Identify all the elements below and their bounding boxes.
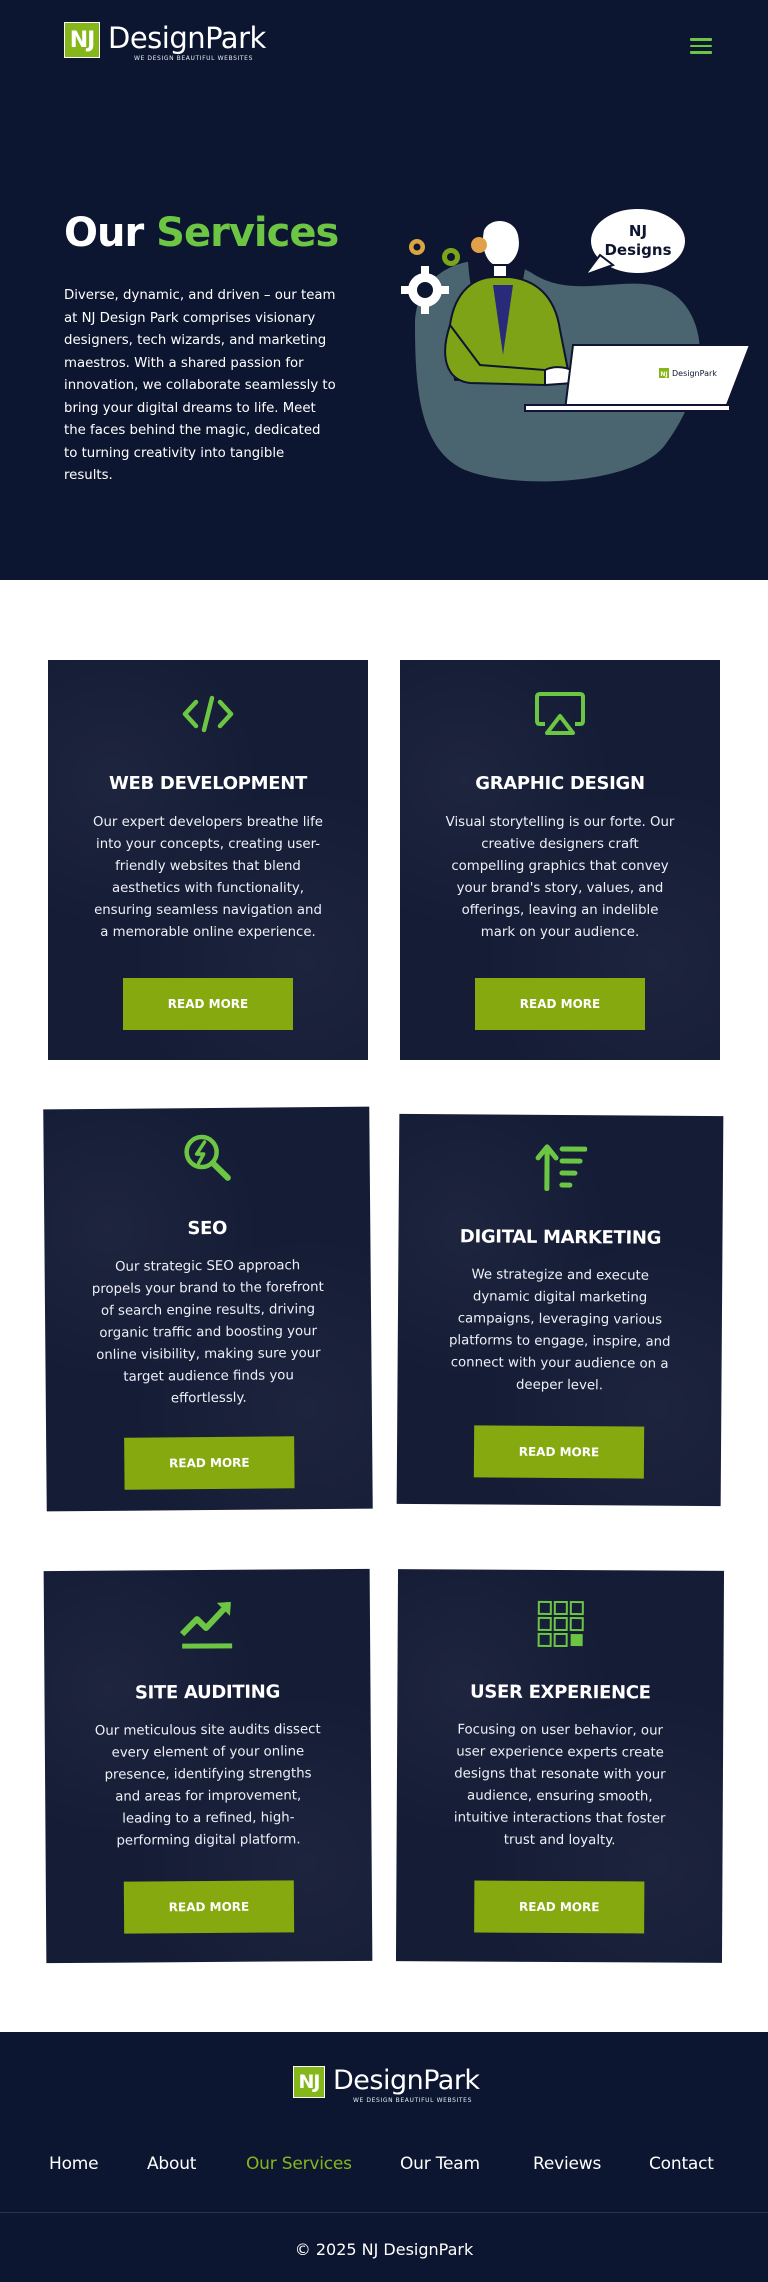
support-agent-illustration: NJ DesignPark NJ Designs bbox=[401, 207, 752, 482]
hero-description: Diverse, dynamic, and driven – our team … bbox=[64, 288, 336, 483]
footer-nav-about[interactable]: About bbox=[147, 2154, 196, 2174]
code-icon bbox=[182, 695, 234, 733]
service-card-user-experience: USER EXPERIENCE Focusing on user behavio… bbox=[395, 1569, 725, 1963]
logo-tagline: WE DESIGN BEAUTIFUL WEBSITES bbox=[353, 2097, 472, 2104]
logo-tagline: WE DESIGN BEAUTIFUL WEBSITES bbox=[134, 55, 253, 62]
service-card-graphic-design: GRAPHIC DESIGN Visual storytelling is ou… bbox=[400, 660, 720, 1060]
sort-up-icon bbox=[535, 1144, 588, 1192]
footer-nav-our-team[interactable]: Our Team bbox=[400, 2154, 480, 2174]
footer-nav-reviews[interactable]: Reviews bbox=[533, 2154, 601, 2174]
bubble-line2: Designs bbox=[604, 241, 671, 259]
service-description: Our expert developers breathe life into … bbox=[93, 815, 323, 940]
read-more-button[interactable]: READ MORE bbox=[473, 1425, 645, 1479]
bubble-line1: NJ bbox=[629, 222, 647, 240]
service-title: DIGITAL MARKETING bbox=[459, 1226, 662, 1249]
footer-nav-home[interactable]: Home bbox=[49, 2154, 99, 2174]
footer-divider bbox=[0, 2212, 768, 2213]
seo-search-icon bbox=[184, 1134, 231, 1181]
read-more-button[interactable]: READ MORE bbox=[474, 1880, 645, 1934]
laptop-logo-text: DesignPark bbox=[672, 369, 717, 378]
logo-mark: NJ bbox=[293, 2066, 325, 2098]
footer-nav-our-services[interactable]: Our Services bbox=[246, 2154, 352, 2174]
copyright-text: © 2025 NJ DesignPark bbox=[294, 2240, 474, 2259]
service-description: Focusing on user behavior, our user expe… bbox=[453, 1722, 666, 1849]
gear-icon bbox=[409, 239, 460, 266]
service-description: We strategize and execute dynamic digita… bbox=[448, 1267, 671, 1394]
service-description: Our meticulous site audits dissect every… bbox=[94, 1722, 321, 1849]
page-title: Our Services bbox=[64, 210, 339, 256]
read-more-button[interactable]: READ MORE bbox=[123, 978, 293, 1030]
grid-icon bbox=[537, 1600, 584, 1648]
footer-nav-contact[interactable]: Contact bbox=[649, 2154, 714, 2174]
service-title: SITE AUDITING bbox=[134, 1681, 281, 1704]
page-title-part2: Services bbox=[156, 210, 339, 256]
service-title: USER EXPERIENCE bbox=[470, 1681, 651, 1704]
read-more-button[interactable]: READ MORE bbox=[124, 1436, 295, 1490]
service-title: GRAPHIC DESIGN bbox=[475, 773, 645, 794]
service-description: Visual storytelling is our forte. Our cr… bbox=[445, 815, 675, 940]
logo-name: DesignPark bbox=[333, 2065, 480, 2096]
read-more-button[interactable]: READ MORE bbox=[123, 1880, 295, 1934]
service-card-digital-marketing: DIGITAL MARKETING We strategize and exec… bbox=[396, 1113, 724, 1507]
site-footer: NJ DesignPark WE DESIGN BEAUTIFUL WEBSIT… bbox=[0, 2032, 768, 2282]
services-section: WEB DEVELOPMENT Our expert developers br… bbox=[0, 580, 768, 2032]
trend-line-icon bbox=[179, 1601, 233, 1649]
service-card-web-development: WEB DEVELOPMENT Our expert developers br… bbox=[48, 660, 368, 1060]
page-title-part1: Our bbox=[64, 210, 144, 256]
service-card-seo: SEO Our strategic SEO approach propels y… bbox=[43, 1106, 373, 1512]
hero-section: NJ DesignPark WE DESIGN BEAUTIFUL WEBSIT… bbox=[0, 0, 768, 580]
site-logo[interactable]: NJ DesignPark WE DESIGN BEAUTIFUL WEBSIT… bbox=[64, 22, 266, 62]
logo-mark: NJ bbox=[64, 22, 100, 58]
hamburger-icon[interactable] bbox=[686, 34, 716, 56]
airplay-icon bbox=[535, 692, 585, 735]
service-card-site-auditing: SITE AUDITING Our meticulous site audits… bbox=[43, 1568, 373, 1964]
logo-name: DesignPark bbox=[108, 21, 266, 55]
footer-logo[interactable]: NJ DesignPark WE DESIGN BEAUTIFUL WEBSIT… bbox=[293, 2066, 480, 2104]
read-more-button[interactable]: READ MORE bbox=[475, 978, 645, 1030]
laptop-logo-mark: NJ bbox=[660, 371, 667, 378]
service-description: Our strategic SEO approach propels your … bbox=[91, 1258, 324, 1407]
service-title: SEO bbox=[187, 1217, 228, 1240]
service-title: WEB DEVELOPMENT bbox=[109, 773, 307, 794]
